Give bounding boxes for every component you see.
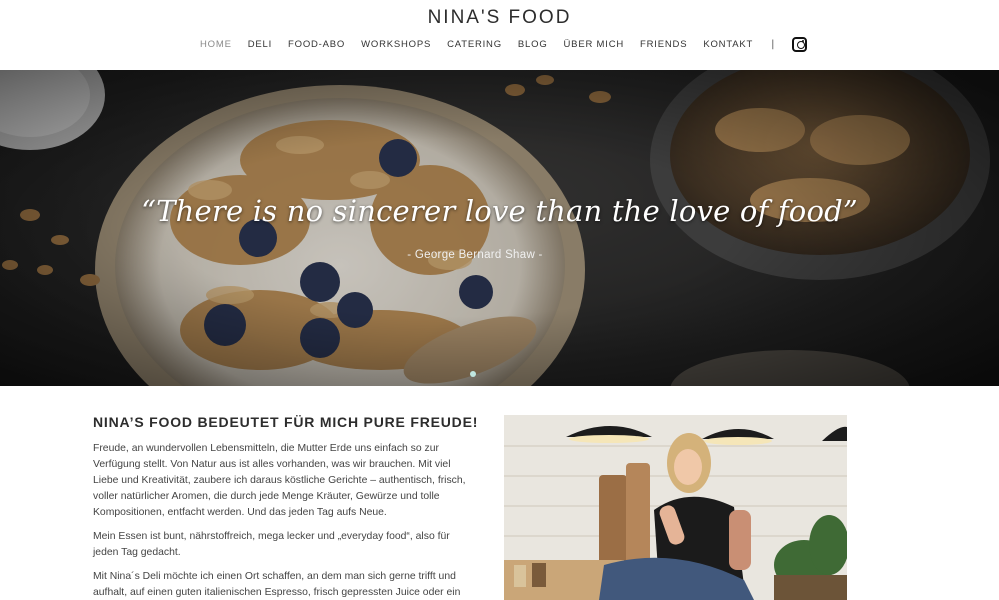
hero-slider: “There is no sincerer love than the love… [0,70,999,386]
nav-separator: | [771,38,775,50]
nav-item-catering[interactable]: CATERING [447,39,502,50]
nav-item-home[interactable]: HOME [200,39,232,50]
nav-item-workshops[interactable]: WORKSHOPS [361,39,431,50]
instagram-icon[interactable] [792,36,808,52]
site-logo[interactable]: NINA'S FOOD [0,7,999,29]
slider-dot[interactable] [470,371,476,377]
nav-item-ueber-mich[interactable]: ÜBER MICH [564,39,625,50]
nav-item-blog[interactable]: BLOG [518,39,548,50]
intro-paragraph-3: Mit Nina´s Deli möchte ich einen Ort sch… [93,571,461,598]
hero-quote: “There is no sincerer love than the love… [141,194,858,228]
nina-portrait-image [504,415,847,600]
hero-quote-author: - George Bernard Shaw - [407,249,543,261]
nav-item-friends[interactable]: FRIENDS [640,39,687,50]
section-title: NINA’S FOOD BEDEUTET FÜR MICH PURE FREUD… [93,414,479,430]
nav-item-deli[interactable]: DELI [248,39,272,50]
nav-item-food-abo[interactable]: FOOD-ABO [288,39,345,50]
slider-pagination [470,371,482,377]
nav-item-kontakt[interactable]: KONTAKT [703,39,753,50]
hero-food-image [0,70,999,386]
intro-paragraph-1: Freude, an wundervollen Lebensmitteln, d… [93,443,466,518]
intro-paragraph-2: Mein Essen ist bunt, nährstoffreich, meg… [93,531,450,558]
main-nav: HOME DELI FOOD-ABO WORKSHOPS CATERING BL… [200,36,808,52]
site-header: NINA'S FOOD HOME DELI FOOD-ABO WORKSHOPS… [0,0,999,70]
